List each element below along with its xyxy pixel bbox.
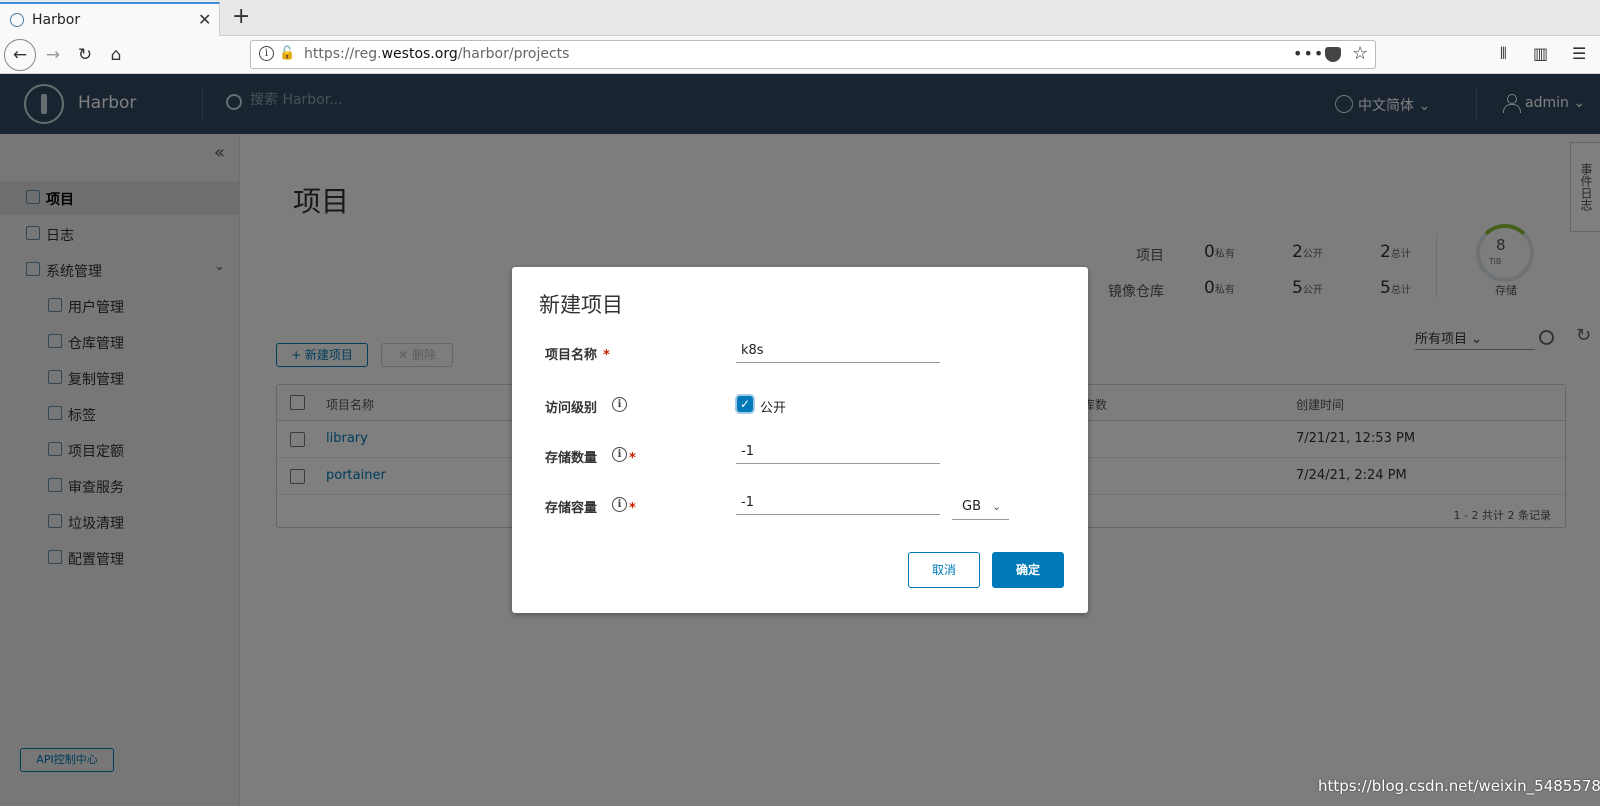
new-tab-icon[interactable]: + — [232, 4, 250, 30]
browser-tabbar: Harbor ✕ + — [0, 0, 1600, 36]
dialog-title: 新建项目 — [539, 293, 623, 317]
pocket-icon[interactable] — [1325, 47, 1341, 62]
site-info-icon[interactable]: i — [259, 46, 274, 61]
info-icon[interactable]: i — [612, 397, 627, 412]
page-actions-icon[interactable]: ••• — [1293, 44, 1324, 63]
harbor-favicon-icon — [10, 13, 24, 27]
tab-title: Harbor — [32, 12, 81, 28]
reload-icon[interactable]: ↻ — [70, 40, 100, 70]
project-name-label: 项目名称 * — [545, 348, 610, 363]
url-bar[interactable]: i 🔓 https://reg.westos.org/harbor/projec… — [250, 40, 1376, 69]
project-name-input[interactable] — [736, 339, 940, 363]
browser-navbar: ← → ↻ ⌂ i 🔓 https://reg.westos.org/harbo… — [0, 36, 1600, 74]
public-checkbox[interactable]: ✓ — [737, 396, 753, 412]
confirm-button[interactable]: 确定 — [992, 552, 1064, 588]
forward-arrow-icon[interactable]: → — [38, 40, 68, 70]
info-icon[interactable]: i — [612, 447, 627, 462]
sidebar-toggle-icon[interactable]: ▥ — [1533, 44, 1548, 63]
insecure-lock-icon[interactable]: 🔓 — [279, 46, 295, 61]
chevron-down-icon: ⌄ — [992, 500, 1002, 513]
close-tab-icon[interactable]: ✕ — [198, 10, 211, 29]
home-icon[interactable]: ⌂ — [101, 40, 131, 70]
info-icon[interactable]: i — [612, 497, 627, 512]
access-level-label: 访问级别 — [545, 401, 598, 416]
url-text[interactable]: https://reg.westos.org/harbor/projects — [304, 46, 569, 62]
new-project-dialog: 新建项目 项目名称* 访问级别 i ✓ 公开 存储数量* i 存储容量* i G… — [512, 267, 1088, 613]
storage-count-input[interactable] — [736, 440, 940, 464]
bookmark-star-icon[interactable]: ☆ — [1352, 43, 1368, 64]
library-icon[interactable]: ⫴ — [1500, 44, 1507, 64]
back-arrow-icon[interactable]: ← — [4, 39, 36, 71]
watermark-text: https://blog.csdn.net/weixin_54855780 — [1318, 777, 1600, 795]
cancel-button[interactable]: 取消 — [908, 552, 980, 588]
capacity-unit-select[interactable]: GB ⌄ — [952, 496, 1009, 520]
browser-tab[interactable]: Harbor ✕ — [0, 2, 220, 36]
hamburger-menu-icon[interactable]: ☰ — [1572, 44, 1586, 63]
storage-capacity-input[interactable] — [736, 491, 940, 515]
public-checkbox-label[interactable]: 公开 — [760, 397, 786, 416]
